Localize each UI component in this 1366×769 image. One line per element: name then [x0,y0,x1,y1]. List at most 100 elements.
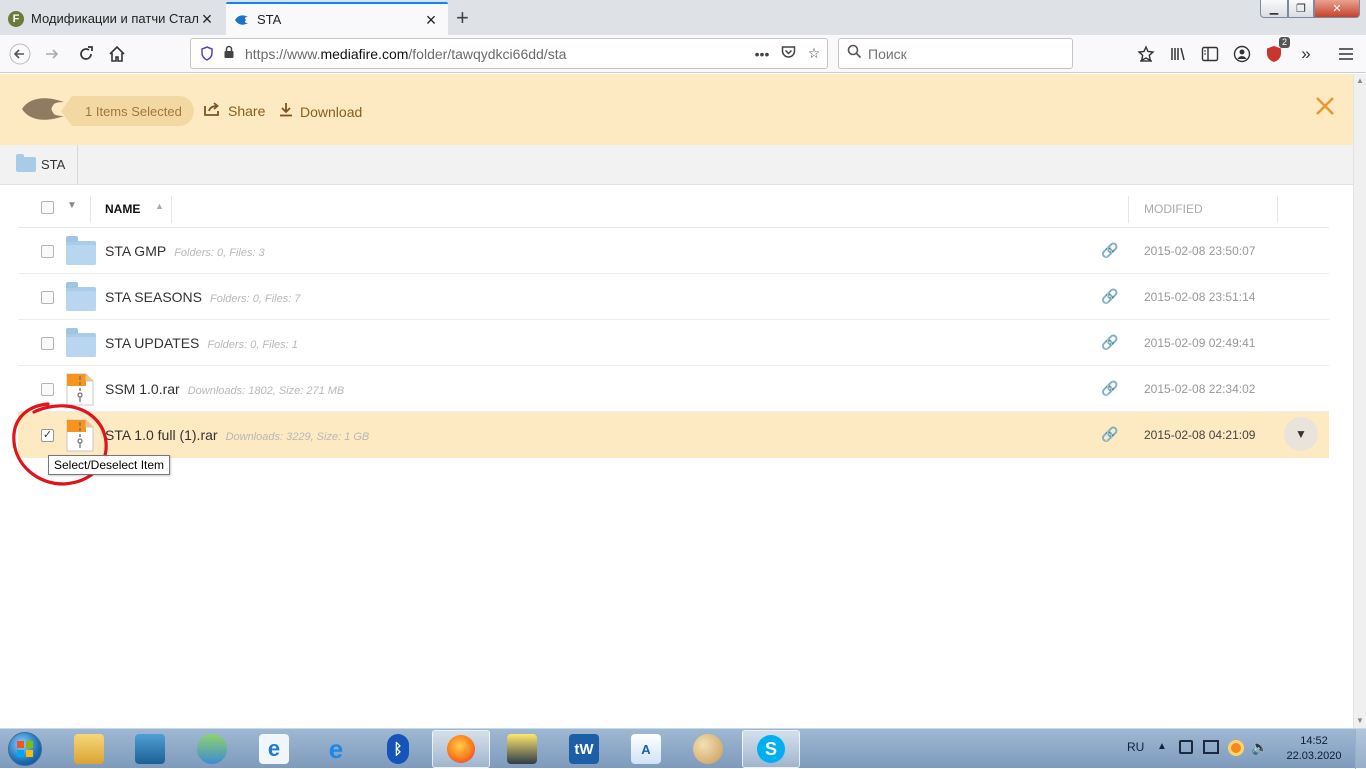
language-indicator[interactable]: RU [1127,740,1144,754]
tab-close-icon[interactable]: × [422,11,440,29]
list-item[interactable]: STA GMP Folders: 0, Files: 3 🔗 2015-02-08… [18,228,1329,274]
share-link-icon[interactable]: 🔗 [1101,380,1118,397]
share-link-icon[interactable]: 🔗 [1101,426,1118,443]
taskbar-bluetooth[interactable]: ᛒ [369,730,427,768]
tracking-protection-shield-icon[interactable] [200,46,214,61]
start-button[interactable] [2,730,48,768]
vertical-scrollbar[interactable]: ▲ ▼ [1353,74,1366,728]
item-name[interactable]: STA SEASONS Folders: 0, Files: 7 [105,289,300,305]
share-link-icon[interactable]: 🔗 [1101,288,1118,305]
share-button[interactable]: Share [204,102,265,120]
firefox-icon [447,735,475,763]
selection-toolbar: 1 Items Selected Share Download [0,74,1353,145]
breadcrumb-bar: STA [0,145,1353,185]
overflow-chevron-icon[interactable]: » [1294,42,1318,66]
item-modified-date: 2015-02-08 23:50:07 [1144,244,1256,258]
page-actions-icon[interactable]: ••• [749,46,775,62]
window-minimize-button[interactable]: ▁ [1260,0,1288,18]
taskbar-ie-2[interactable]: e [307,730,365,768]
taskbar-app-terminal[interactable] [493,730,551,768]
taskbar-skype[interactable]: S [742,730,800,768]
pocket-icon[interactable] [775,45,801,62]
url-prefix: https://www. [245,45,321,62]
file-list-header: ▼ NAME ▲ MODIFIED [18,186,1329,228]
item-modified-date: 2015-02-08 23:51:14 [1144,290,1256,304]
scroll-down-icon[interactable]: ▼ [1354,714,1366,728]
ublock-extension-icon[interactable]: 2 [1262,37,1290,66]
briefcase-icon [135,734,165,764]
system-clock[interactable]: 14:52 22.03.2020 [1284,734,1344,764]
search-input[interactable] [868,45,1058,62]
forward-icon[interactable] [40,42,64,66]
sort-ascending-icon[interactable]: ▲ [155,201,164,211]
list-item[interactable]: SSM 1.0.rar Downloads: 1802, Size: 271 MB… [18,366,1329,412]
account-icon[interactable] [1230,42,1254,66]
item-name[interactable]: STA UPDATES Folders: 0, Files: 1 [105,335,298,351]
row-checkbox[interactable] [41,245,54,258]
window-close-button[interactable]: ✕ [1314,0,1360,18]
taskbar-paint[interactable] [679,730,737,768]
internet-explorer-icon: e [259,734,289,764]
volume-icon[interactable]: 🔈 [1251,739,1268,756]
lock-icon[interactable] [223,45,237,62]
row-checkbox[interactable] [41,383,54,396]
select-options-chevron-down-icon[interactable]: ▼ [67,200,77,211]
breadcrumb[interactable]: STA [0,145,79,184]
taskbar-network[interactable] [183,730,241,768]
list-item[interactable]: STA SEASONS Folders: 0, Files: 7 🔗 2015-0… [18,274,1329,320]
window-maximize-button[interactable]: ❐ [1288,0,1314,18]
list-item[interactable]: ✓ STA 1.0 full (1).rar Downloads: 3229, S… [18,412,1329,458]
tab-modifications[interactable]: F Модификации и патчи Сталь × [0,2,224,35]
taskbar-app-case[interactable] [121,730,179,768]
taskbar-explorer[interactable] [60,730,118,768]
bookmark-star-icon[interactable]: ☆ [801,45,827,62]
library-icon[interactable] [1166,42,1190,66]
column-divider [1128,196,1129,223]
address-bar[interactable]: https://www.mediafire.com/folder/tawqydk… [190,38,828,69]
scroll-up-icon[interactable]: ▲ [1354,74,1366,88]
back-icon[interactable] [8,42,32,66]
download-button[interactable]: Download [279,102,362,121]
new-tab-icon[interactable]: + [456,5,469,31]
show-desktop-button[interactable] [1355,729,1366,769]
reload-icon[interactable] [74,42,98,66]
folder-icon [66,281,96,311]
clear-selection-close-icon[interactable] [1314,93,1336,123]
item-meta: Downloads: 1802, Size: 271 MB [187,385,345,397]
row-checkbox[interactable] [41,337,54,350]
taskbar-firefox[interactable] [432,730,490,768]
item-name[interactable]: STA 1.0 full (1).rar Downloads: 3229, Siz… [105,427,369,443]
column-divider [1277,196,1278,223]
tray-app-icon[interactable] [1228,740,1244,756]
row-checkbox[interactable] [41,291,54,304]
downloads-star-icon[interactable] [1134,42,1158,66]
menu-hamburger-icon[interactable] [1334,42,1358,66]
taskbar-ie[interactable]: e [245,730,303,768]
tray-expand-icon[interactable]: ▲ [1157,741,1167,752]
select-all-checkbox[interactable] [41,201,54,214]
name-column-header[interactable]: NAME [105,202,140,216]
share-link-icon[interactable]: 🔗 [1101,242,1118,259]
list-item[interactable]: STA UPDATES Folders: 0, Files: 1 🔗 2015-0… [18,320,1329,366]
item-name[interactable]: STA GMP Folders: 0, Files: 3 [105,243,265,259]
home-icon[interactable] [105,42,129,66]
taskbar-tw[interactable]: tW [555,730,613,768]
column-divider [171,196,172,223]
row-menu-chevron-down-icon[interactable]: ▼ [1284,417,1318,451]
item-name[interactable]: SSM 1.0.rar Downloads: 1802, Size: 271 MB [105,381,344,397]
url-text[interactable]: https://www.mediafire.com/folder/tawqydk… [245,46,749,62]
modified-column-header[interactable]: MODIFIED [1144,202,1203,216]
share-link-icon[interactable]: 🔗 [1101,334,1118,351]
tray-device-icon[interactable] [1179,740,1193,754]
folder-icon [74,734,104,764]
extension-badge: 2 [1278,37,1290,48]
tab-sta[interactable]: STA × [226,2,448,35]
download-icon [279,102,293,121]
search-box[interactable] [838,38,1073,69]
tray-network-icon[interactable] [1203,740,1219,754]
tab-title: Модификации и патчи Сталь [31,11,198,26]
taskbar-wordpad[interactable]: A [617,730,675,768]
tab-close-icon[interactable]: × [198,10,216,28]
sidebar-icon[interactable] [1198,42,1222,66]
item-name-text: STA UPDATES [105,335,200,351]
